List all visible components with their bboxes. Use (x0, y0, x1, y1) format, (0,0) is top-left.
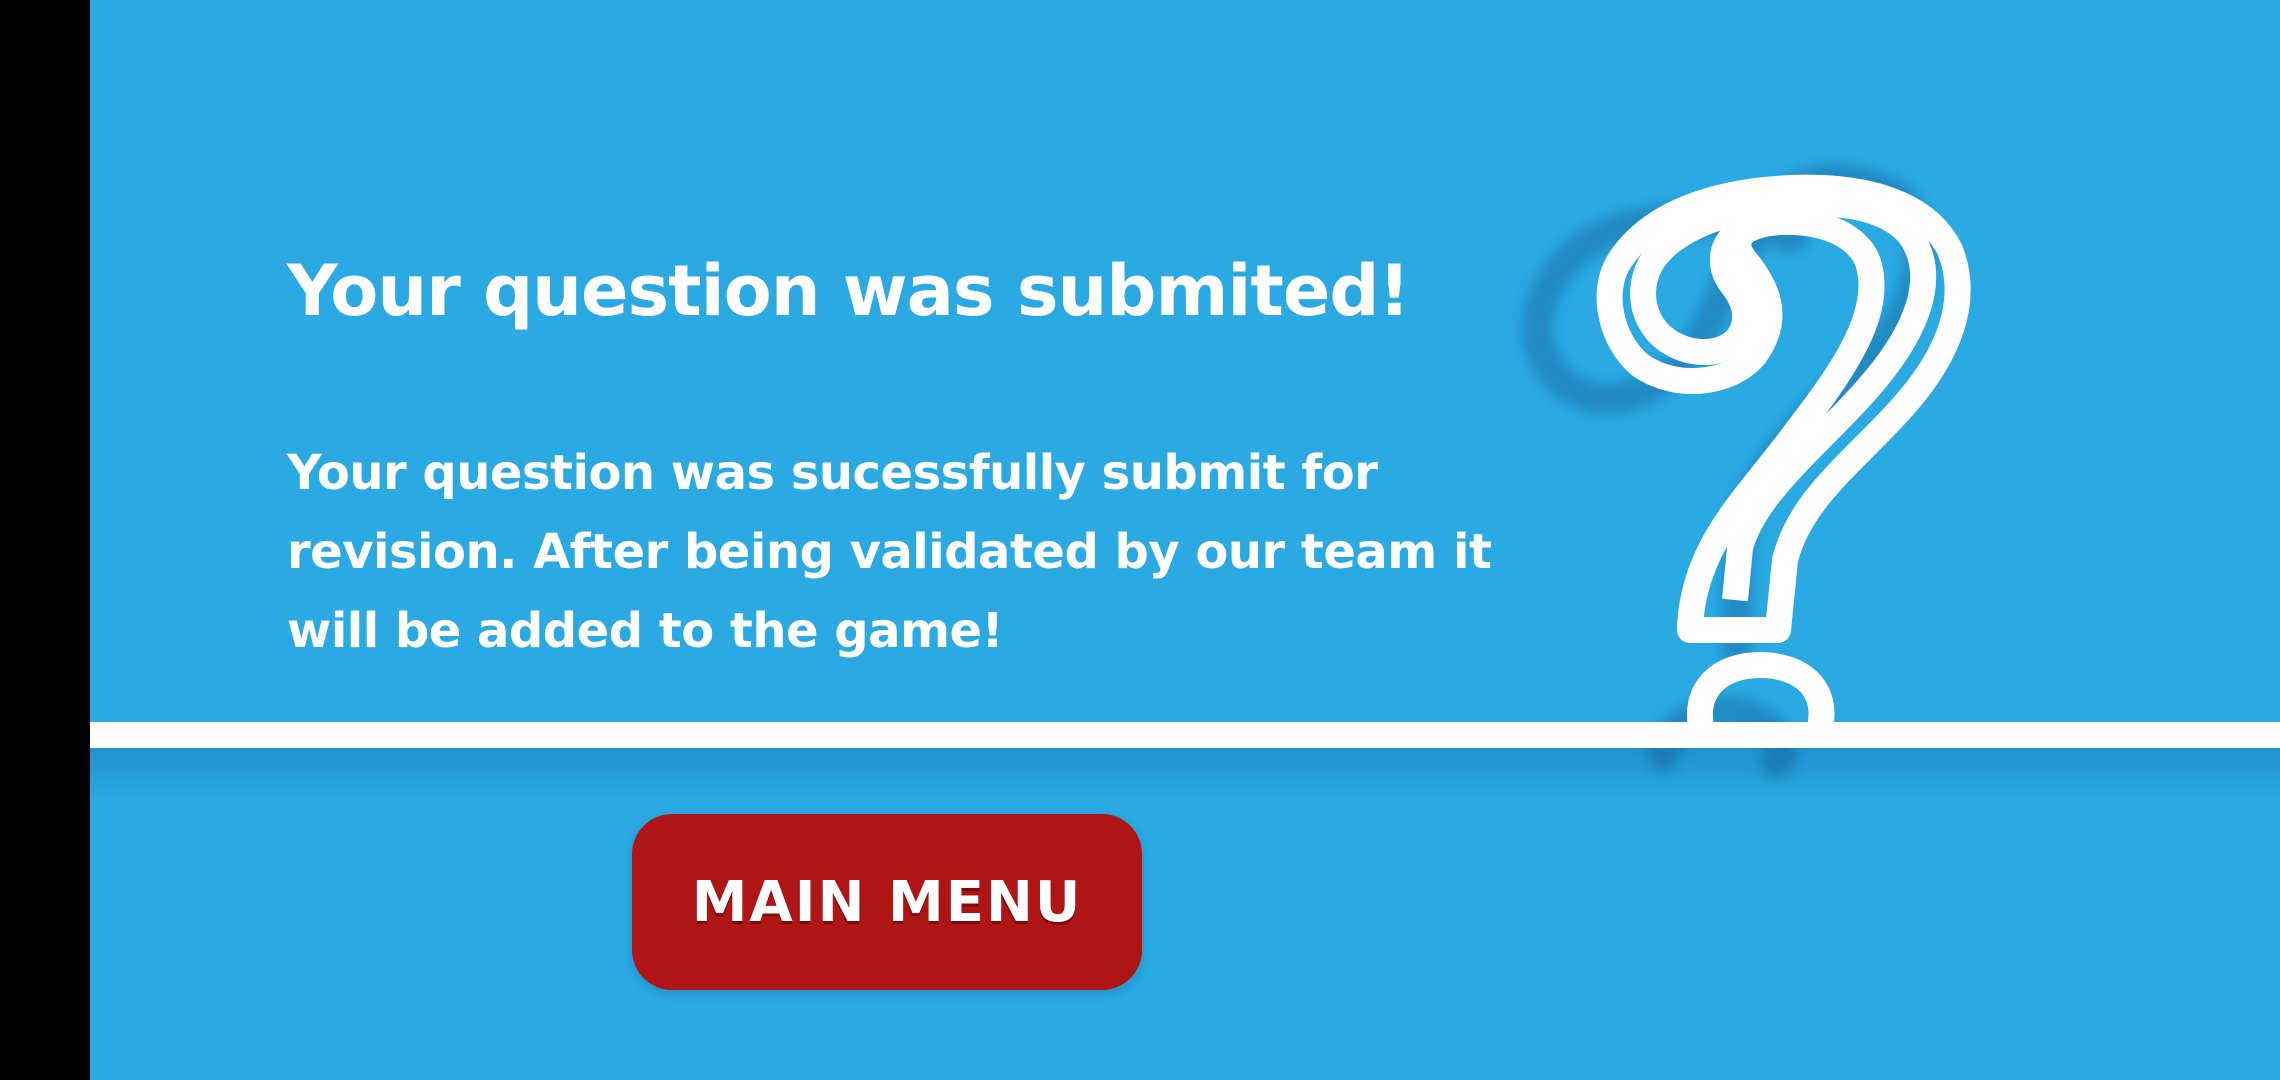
submission-confirmation-screen: Your question was submited! Your questio… (90, 0, 2280, 1080)
main-menu-button-label: MAIN MENU (691, 869, 1083, 935)
main-menu-button[interactable]: MAIN MENU (632, 814, 1142, 990)
confirmation-title: Your question was submited! (287, 250, 1410, 332)
confirmation-message: Your question was sucessfully submit for… (287, 445, 1492, 659)
horizon-line (90, 722, 2280, 748)
